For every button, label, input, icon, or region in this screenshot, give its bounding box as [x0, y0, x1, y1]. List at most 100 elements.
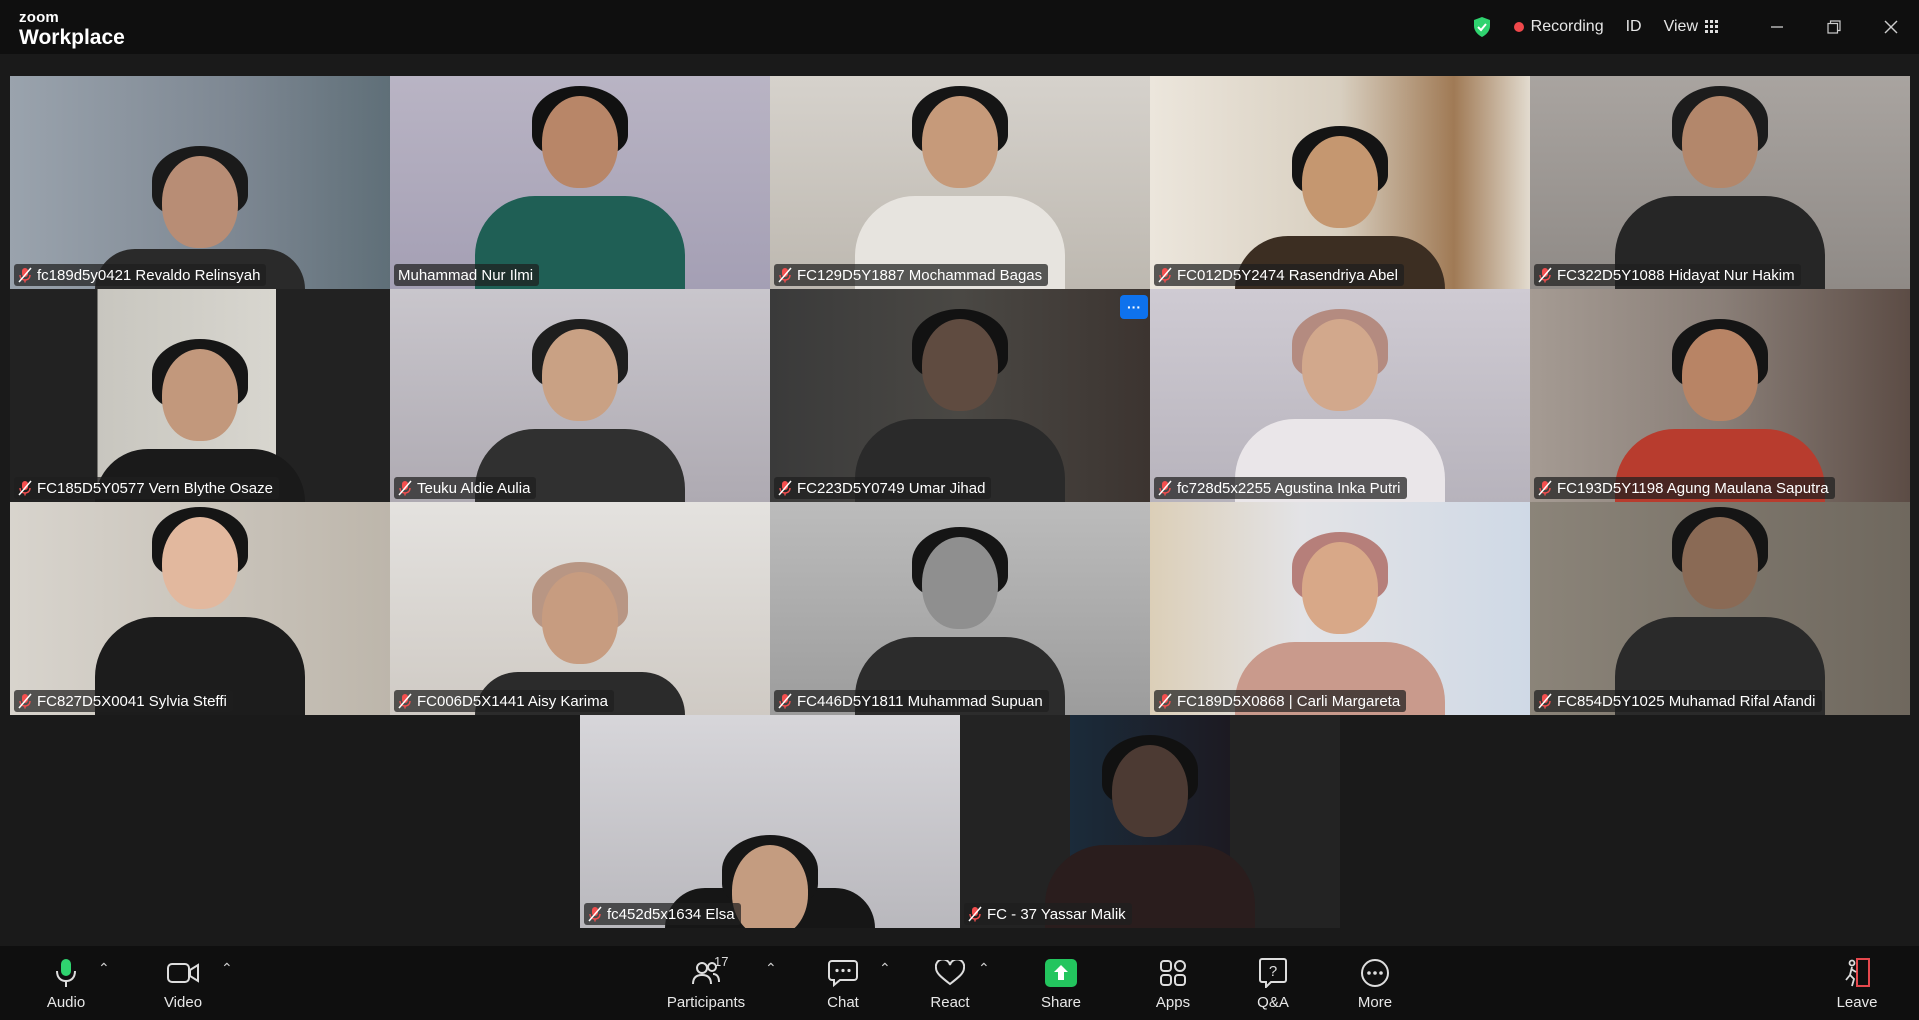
participant-video-tile[interactable]: FC006D5X1441 Aisy Karima [390, 502, 770, 715]
participant-video-tile[interactable]: FC129D5Y1887 Mochammad Bagas [770, 76, 1150, 289]
person-face [1112, 745, 1188, 837]
participant-name: fc189d5y0421 Revaldo Relinsyah [37, 266, 261, 284]
share-button[interactable]: Share [1036, 946, 1086, 1020]
video-gallery: fc189d5y0421 Revaldo Relinsyah Muhammad N… [10, 76, 1910, 930]
svg-text:?: ? [1269, 963, 1277, 980]
participants-options-caret-icon[interactable]: ⌃ [765, 960, 777, 977]
person-face [542, 96, 618, 188]
chat-icon [828, 960, 858, 987]
participant-name: fc452d5x1634 Elsa [607, 905, 735, 923]
participants-count: 17 [714, 954, 729, 969]
participant-name: FC189D5X0868 | Carli Margareta [1177, 692, 1401, 710]
zoom-workplace-logo: zoom Workplace [19, 10, 125, 48]
question-icon: ? [1259, 958, 1287, 988]
minimize-button[interactable] [1748, 0, 1805, 54]
participant-nameplate: FC129D5Y1887 Mochammad Bagas [774, 264, 1049, 286]
restore-button[interactable] [1805, 0, 1862, 54]
audio-options-caret-icon[interactable]: ⌃ [98, 960, 110, 977]
person-face [162, 349, 238, 441]
person-face [732, 845, 808, 928]
muted-microphone-icon [1158, 480, 1172, 496]
participant-name: FC - 37 Yassar Malik [987, 905, 1126, 923]
close-button[interactable] [1862, 0, 1919, 54]
participant-video-tile[interactable]: FC223D5Y0749 Umar Jihad ··· [770, 289, 1150, 502]
chat-label: Chat [827, 994, 859, 1011]
participant-name: FC223D5Y0749 Umar Jihad [797, 479, 986, 497]
leave-button[interactable]: Leave [1832, 946, 1882, 1020]
participant-video-tile[interactable]: FC012D5Y2474 Rasendriya Abel [1150, 76, 1530, 289]
person-face [1682, 517, 1758, 609]
person-face [162, 517, 238, 609]
participant-video-tile[interactable]: FC - 37 Yassar Malik [960, 715, 1340, 928]
participant-video-tile[interactable]: FC446D5Y1811 Muhammad Supuan [770, 502, 1150, 715]
muted-microphone-icon [1158, 267, 1172, 283]
participant-name: Teuku Aldie Aulia [417, 479, 531, 497]
person-face [162, 156, 238, 248]
participant-nameplate: FC446D5Y1811 Muhammad Supuan [774, 690, 1049, 712]
share-label: Share [1040, 994, 1082, 1011]
person-face [1302, 542, 1378, 634]
muted-microphone-icon [778, 267, 792, 283]
react-button[interactable]: React [925, 946, 975, 1020]
recording-label: Recording [1530, 18, 1604, 35]
participants-button[interactable]: 17 Participants [664, 946, 748, 1020]
participant-nameplate: FC - 37 Yassar Malik [964, 903, 1132, 925]
qa-label: Q&A [1257, 994, 1289, 1011]
muted-microphone-icon [1538, 693, 1552, 709]
person-face [1682, 329, 1758, 421]
video-label: Video [163, 994, 203, 1011]
muted-microphone-icon [18, 693, 32, 709]
chat-button[interactable]: Chat [820, 946, 866, 1020]
id-label: ID [1625, 18, 1642, 35]
brand-small: zoom [19, 9, 59, 26]
leave-label: Leave [1836, 994, 1878, 1011]
participant-video-tile[interactable]: fc189d5y0421 Revaldo Relinsyah [10, 76, 390, 289]
participant-video-tile[interactable]: FC827D5X0041 Sylvia Steffi [10, 502, 390, 715]
more-button[interactable]: More [1350, 946, 1400, 1020]
person-face [922, 319, 998, 411]
participant-name: FC185D5Y0577 Vern Blythe Osaze [37, 479, 273, 497]
muted-microphone-icon [778, 693, 792, 709]
recording-indicator[interactable]: Recording [1513, 18, 1604, 36]
chat-options-caret-icon[interactable]: ⌃ [879, 960, 891, 977]
participant-video-tile[interactable]: Muhammad Nur Ilmi [390, 76, 770, 289]
participant-video-tile[interactable]: fc452d5x1634 Elsa [580, 715, 960, 928]
leave-door-icon [1845, 958, 1870, 987]
participants-label: Participants [666, 994, 746, 1011]
window-controls [1748, 0, 1919, 54]
heart-icon [935, 960, 965, 986]
view-button[interactable]: View [1664, 18, 1719, 36]
muted-microphone-icon [1158, 693, 1172, 709]
audio-button[interactable]: Audio [40, 946, 92, 1020]
tile-more-options-button[interactable]: ··· [1120, 295, 1148, 319]
participant-nameplate: FC185D5Y0577 Vern Blythe Osaze [14, 477, 279, 499]
muted-microphone-icon [1538, 480, 1552, 496]
more-label: More [1357, 994, 1393, 1011]
participant-nameplate: FC322D5Y1088 Hidayat Nur Hakim [1534, 264, 1801, 286]
participant-name: FC827D5X0041 Sylvia Steffi [37, 692, 227, 710]
participant-video-tile[interactable]: FC193D5Y1198 Agung Maulana Saputra [1530, 289, 1910, 502]
qa-button[interactable]: ? Q&A [1248, 946, 1298, 1020]
meeting-status-bar: Recording ID View [1472, 0, 1719, 54]
meeting-id-button[interactable]: ID [1626, 18, 1642, 36]
participant-video-tile[interactable]: FC322D5Y1088 Hidayat Nur Hakim [1530, 76, 1910, 289]
participant-video-tile[interactable]: Teuku Aldie Aulia [390, 289, 770, 502]
security-shield-icon[interactable] [1472, 16, 1492, 38]
participant-name: FC129D5Y1887 Mochammad Bagas [797, 266, 1043, 284]
apps-icon [1160, 960, 1186, 986]
react-options-caret-icon[interactable]: ⌃ [978, 960, 990, 977]
participant-video-tile[interactable]: fc728d5x2255 Agustina Inka Putri [1150, 289, 1530, 502]
apps-button[interactable]: Apps [1148, 946, 1198, 1020]
person-face [1682, 96, 1758, 188]
muted-microphone-icon [778, 480, 792, 496]
participant-nameplate: FC006D5X1441 Aisy Karima [394, 690, 614, 712]
video-options-caret-icon[interactable]: ⌃ [221, 960, 233, 977]
recording-dot-icon [1513, 22, 1524, 32]
muted-microphone-icon [398, 693, 412, 709]
more-dots-icon [1361, 959, 1389, 987]
video-button[interactable]: Video [158, 946, 208, 1020]
participant-video-tile[interactable]: FC185D5Y0577 Vern Blythe Osaze [10, 289, 390, 502]
participant-video-tile[interactable]: FC189D5X0868 | Carli Margareta [1150, 502, 1530, 715]
participant-video-tile[interactable]: FC854D5Y1025 Muhamad Rifal Afandi [1530, 502, 1910, 715]
participant-name: FC012D5Y2474 Rasendriya Abel [1177, 266, 1398, 284]
